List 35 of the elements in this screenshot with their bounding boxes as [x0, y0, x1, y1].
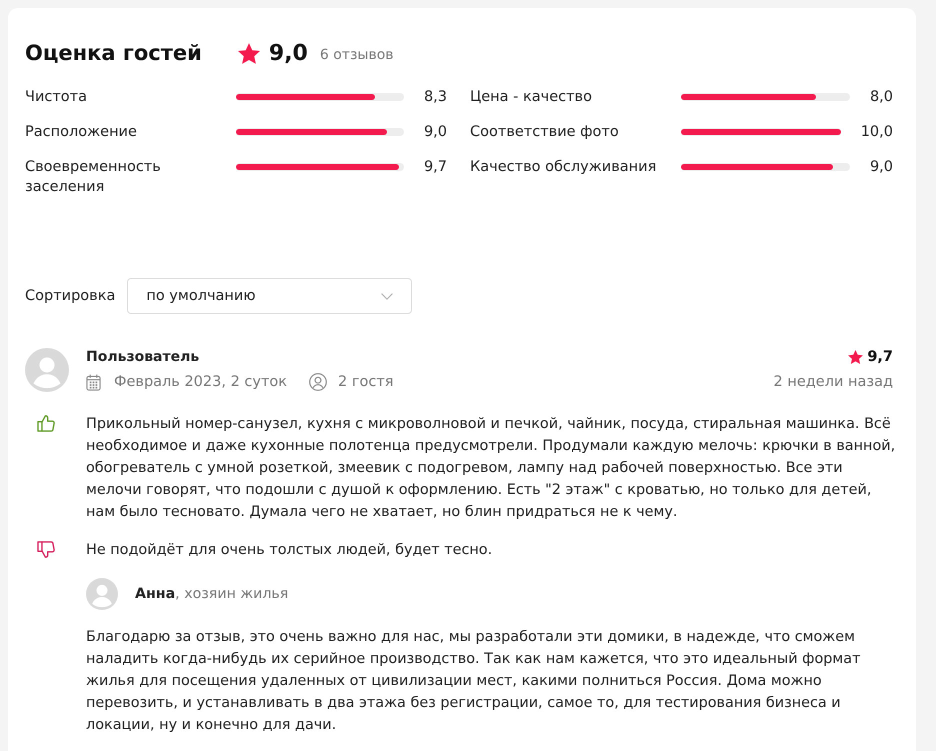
stay-dates: Февраль 2023, 2 суток: [114, 373, 288, 392]
criterion-score: 9,0: [422, 123, 447, 142]
review-text: Прикольный номер-санузел, кухня с микроволновой и печкой, чайник, посуда, стиральная машинка. Всё необходимое и даже кухонные полотенца предусмотрели. Продумали каждую мелочь: крючки в ванной, обогреватель с умной розеткой, змеевик с подогревом, лампу над рабочей поверхностью. Все эти мелочи говорят, что подошли с душой к оформлению. Есть "2 этаж" с кроватью, но только для детей, нам было тесновато. Думала чего не хватает, но блин придраться не к чему.: [86, 415, 896, 522]
criterion-score: 8,3: [422, 88, 447, 107]
reply-text: Благодарю за отзыв, это очень важно для нас, мы разработали эти домики, в надежде, что сможем наладить когда-нибудь их серийное производство. Так как нам кажется, что это идеальный формат жилья для посещения удаленных от цивилизации мест, какими полниться Россия. Дома можно перевозить, и устанавливать в два этажа без регистрации, самое то, для тестирования бизнеса и локации, ну и конечно для дачи.: [86, 628, 862, 735]
criterion-label: Качество обслуживания: [470, 158, 658, 177]
criterion-score: 8,0: [868, 88, 893, 107]
calendar-icon: [86, 374, 101, 390]
chevron-down-icon: [381, 292, 394, 300]
avatar-icon: [25, 348, 69, 392]
person-icon: [309, 373, 328, 391]
criterion-label: Чистота: [25, 88, 88, 107]
criterion-label: Своевременность заселения: [25, 158, 162, 197]
criterion-label: Цена - качество: [470, 88, 593, 107]
criterion-score: 9,0: [868, 158, 893, 177]
review-count: 6 отзывов: [320, 46, 394, 63]
guest-rating-title: Оценка гостей: [25, 41, 202, 65]
sort-label: Сортировка: [25, 288, 116, 304]
star-icon: [238, 42, 260, 64]
review-score: 9,7: [867, 349, 893, 365]
reply-author: Анна, хозяин жилья: [135, 586, 288, 602]
criterion-label: Расположение: [25, 123, 138, 142]
review-text: Не подойдёт для очень толстых людей, будет тесно.: [86, 541, 494, 560]
review-date: 2 недели назад: [774, 373, 893, 392]
overall-score: 9,0: [268, 40, 308, 66]
avatar-icon: [86, 578, 118, 610]
sort-select[interactable]: по умолчанию: [127, 278, 412, 314]
criterion-score: 9,7: [422, 158, 447, 177]
star-icon: [848, 350, 864, 364]
thumbs-up-icon: [37, 415, 55, 432]
guest-count: 2 гостя: [338, 373, 394, 392]
reviewer-name: Пользователь: [86, 348, 200, 367]
criterion-score: 10,0: [860, 123, 893, 142]
criterion-label: Соответствие фото: [470, 123, 620, 142]
thumbs-down-icon: [37, 541, 55, 558]
